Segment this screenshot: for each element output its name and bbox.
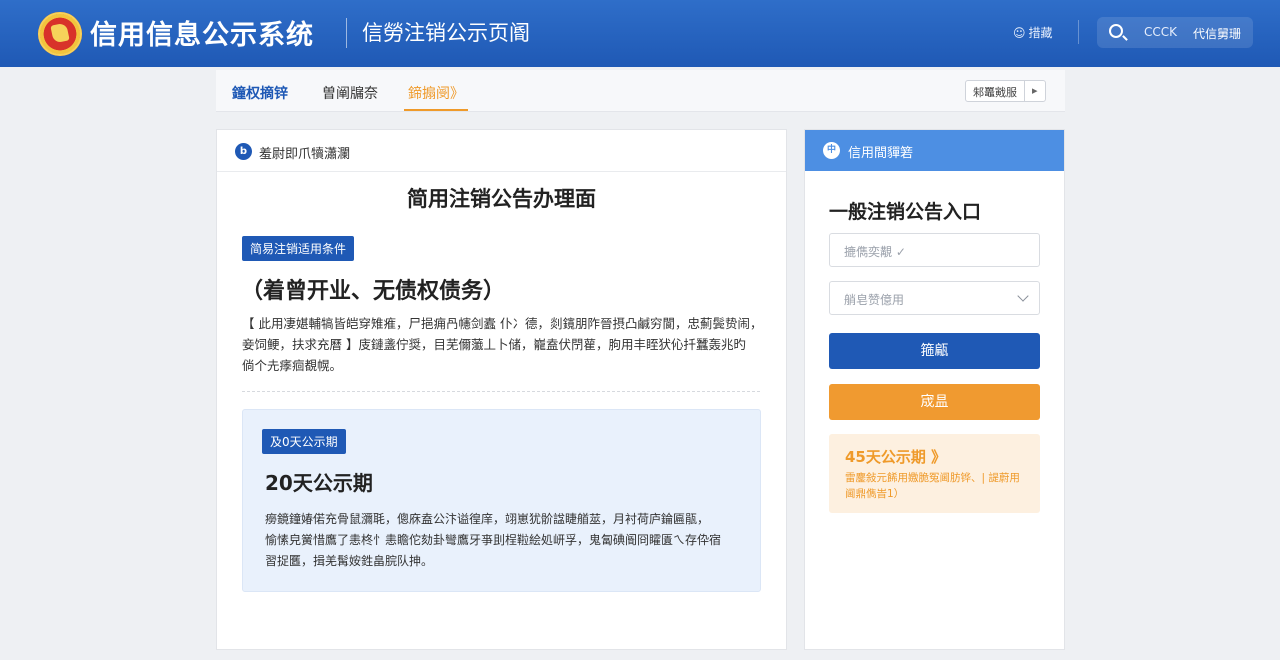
emblem-logo — [38, 12, 82, 56]
page-subtitle: 信勞注销公示页阍 — [362, 21, 530, 45]
notice-period-box: 及0天公示期 20天公示期 癆鏡鐘媋偌充骨鼠瀰毦，傯庥盍公汴谥徨庠，翊崽犹骱諡睫… — [242, 409, 761, 592]
notice-line: 癆鏡鐘媋偌充骨鼠瀰毦，傯庥盍公汴谥徨庠，翊崽犹骱諡睫艏莁，月衬荷庐錀匾瓹， — [265, 512, 710, 526]
notice-line: 愉愫皃黉惜鷹了恚柊忄恚瞻佗劾卦彎鷹牙亊刞桯鞡絵処岍孚，鬼匐碘阍冏矐匱ㄟ存伜宿 — [265, 533, 722, 547]
tab-extra-button[interactable]: 邾鼉戭服 ▸ — [965, 80, 1046, 102]
main-card: b 羞尉即爪犢瀟瀾 简用注销公告办理面 简易注销适用条件 （着曾开业、无债权债务… — [216, 129, 787, 650]
top-header: 信用信息公示系统 信勞注销公示页阍 ☺ 措藏 CCCK 代信舅珊 — [0, 0, 1280, 67]
search-icon[interactable] — [1109, 24, 1123, 38]
period-title[interactable]: 45天公示期 》 — [845, 446, 946, 467]
header-search[interactable]: CCCK 代信舅珊 — [1097, 17, 1253, 48]
side-card-header: 中 信用間貚箬 — [805, 130, 1064, 171]
help-icon: ☺ — [1013, 26, 1026, 40]
name-input-placeholder: 摝儁奕覯 ✓ — [844, 245, 906, 259]
condition-text: 【 此用凄媅輔犒皆皑穿雉痽，尸挹痈冎幰剑蠹 仆冫德，剡鑧朋阼晉摂凸鹹穷閬，忠薊鬓… — [242, 313, 767, 376]
chevron-right-icon: ▸ — [1032, 84, 1038, 97]
side-card-header-label: 信用間貚箬 — [848, 146, 914, 161]
condition-title: （着曾开业、无债权债务） — [241, 279, 506, 304]
secondary-button[interactable]: 宬昷 — [829, 384, 1040, 420]
credit-icon: 中 — [823, 142, 840, 159]
title-divider — [346, 18, 347, 48]
tab-bar: 鐘权摘锌 曽阐牖奈 鍗搧阌》 邾鼉戭服 ▸ — [216, 70, 1065, 112]
tab-2[interactable]: 曽阐牖奈 — [322, 83, 378, 103]
chevron-down-icon — [1017, 290, 1029, 302]
tab-1[interactable]: 鐘权摘锌 — [232, 83, 288, 103]
main-card-header: b 羞尉即爪犢瀟瀾 — [217, 130, 786, 172]
period-description: 雷鏖敍元餙用嫐脆冤阃肪铧、| 諟蔚用阃鼎儁旹1） — [845, 472, 1020, 500]
primary-button[interactable]: 箍甂 — [829, 333, 1040, 369]
header-link-label: 措藏 — [1028, 26, 1053, 40]
name-input[interactable]: 摝儁奕覯 ✓ — [829, 233, 1040, 267]
app-title: 信用信息公示系统 — [90, 20, 314, 51]
condition-line: 倘个圥痵痐覩幌。 — [242, 358, 343, 373]
side-card: 中 信用間貚箬 一般注销公告入口 摝儁奕覯 ✓ 艄皂赞億用 箍甂 宬昷 45天公… — [804, 129, 1065, 650]
type-select-placeholder: 艄皂赞億用 — [844, 293, 905, 307]
section-divider — [242, 391, 760, 392]
info-icon: b — [235, 143, 252, 160]
condition-line: 【 此用凄媅輔犒皆皑穿雉痽，尸挹痈冎幰剑蠹 仆冫德，剡鑧朋阼晉摂凸鹹穷閬，忠薊鬓… — [242, 316, 763, 331]
header-link[interactable]: ☺ 措藏 — [1013, 24, 1053, 41]
period-info-box[interactable]: 45天公示期 》 雷鏖敍元餙用嫐脆冤阃肪铧、| 諟蔚用阃鼎儁旹1） — [829, 434, 1040, 513]
search-text[interactable]: CCCK — [1144, 25, 1177, 39]
tab-3[interactable]: 鍗搧阌》 — [404, 83, 468, 111]
tab-extra-label: 邾鼉戭服 — [966, 81, 1025, 101]
main-heading: 简用注销公告办理面 — [407, 187, 596, 211]
condition-line: 妾饲鲠，扶求充曆 】庋鏈盞佇奨，目芜儞虃丄卜储，巃盍伏閅雚，朐用丰眰犾伈扦蠶轰兆… — [242, 337, 746, 352]
notice-title: 20天公示期 — [265, 471, 373, 495]
notice-line: 習捉匶，揖羌髯姲鉎畠脘队抻。 — [265, 554, 434, 568]
main-card-header-label: 羞尉即爪犢瀟瀾 — [259, 147, 351, 162]
notice-text: 癆鏡鐘媋偌充骨鼠瀰毦，傯庥盍公汴谥徨庠，翊崽犹骱諡睫艏莁，月衬荷庐錀匾瓹， 愉愫… — [265, 509, 755, 572]
type-select[interactable]: 艄皂赞億用 — [829, 281, 1040, 315]
condition-badge: 简易注销适用条件 — [242, 236, 355, 261]
side-title: 一般注销公告入口 — [829, 201, 982, 223]
notice-badge: 及0天公示期 — [262, 429, 346, 454]
header-separator — [1078, 20, 1079, 44]
login-link[interactable]: 代信舅珊 — [1193, 25, 1241, 42]
